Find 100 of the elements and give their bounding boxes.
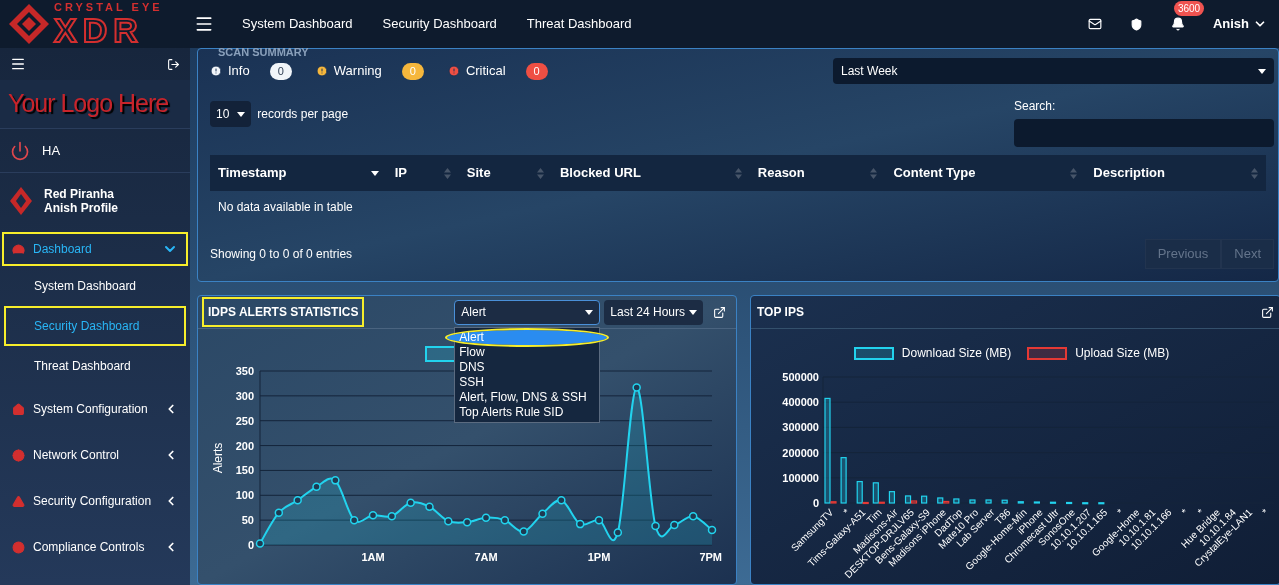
menu-icon[interactable]: [10, 56, 26, 72]
download-bar: [937, 497, 944, 504]
point: [481, 513, 491, 522]
dropdown-option[interactable]: DNS: [455, 359, 600, 375]
page-size-select[interactable]: 10: [210, 101, 252, 127]
external-link-icon[interactable]: [1261, 305, 1274, 319]
axis-tick-label: 200000: [782, 446, 819, 459]
sidebar-item[interactable]: Security Configuration: [2, 478, 188, 524]
caret-icon: [237, 111, 246, 117]
axis-tick-label: 200: [235, 439, 254, 452]
upload-bar: [943, 500, 950, 504]
filter-label[interactable]: Info: [228, 61, 250, 81]
filter-label[interactable]: Warning: [333, 61, 382, 81]
point: [632, 383, 641, 392]
column-header[interactable]: Timestamp: [210, 155, 387, 191]
dropdown-option[interactable]: Alert, Flow, DNS & SSH: [455, 389, 600, 405]
submenu-item[interactable]: System Dashboard: [4, 266, 186, 306]
sidebar-item[interactable]: Dashboard: [2, 232, 188, 266]
axis-tick-label: 400000: [782, 396, 819, 409]
point: [387, 511, 397, 521]
top-nav-link[interactable]: System Dashboard: [242, 14, 353, 34]
column-header[interactable]: Reason: [749, 155, 886, 191]
empty-table-message: No data available in table: [210, 191, 1266, 223]
submenu-item[interactable]: Threat Dashboard: [4, 346, 186, 386]
download-bar: [1066, 501, 1073, 505]
submenu-item[interactable]: Security Dashboard: [4, 306, 186, 346]
download-bar: [1082, 502, 1089, 505]
menu-icon[interactable]: [194, 14, 214, 34]
profile-subtitle: Anish Profile: [44, 200, 118, 215]
mail-icon[interactable]: [1087, 17, 1102, 31]
period-select[interactable]: Last Week: [833, 58, 1274, 84]
type-select[interactable]: Alert: [454, 299, 601, 325]
upload-bar: [862, 501, 869, 505]
brand-name: XDR: [54, 12, 144, 47]
point: [406, 498, 415, 507]
axis-tick-label: 0: [247, 539, 254, 551]
axis-tick-label: 50: [241, 514, 254, 527]
point: [557, 496, 566, 505]
top-nav-link[interactable]: Threat Dashboard: [526, 14, 632, 34]
point: [331, 476, 340, 485]
point: [462, 517, 472, 527]
download-bar: [1033, 501, 1040, 504]
point: [349, 515, 359, 525]
point: [688, 511, 698, 521]
legend-label: Download Size (MB): [901, 345, 1012, 362]
menu-item-icon: [12, 402, 25, 416]
axis-tick-label: 1PM: [587, 551, 611, 563]
sort-icon: [734, 167, 742, 179]
column-header[interactable]: Site: [458, 155, 552, 191]
external-link-icon[interactable]: [713, 305, 726, 319]
sidebar-item[interactable]: System Configuration: [2, 386, 188, 432]
search-field[interactable]: [1014, 119, 1274, 147]
axis-tick-label: 300000: [782, 421, 819, 434]
dropdown-option[interactable]: Top Alerts Rule SID: [455, 404, 600, 420]
profile-name: Red Piranha: [44, 186, 116, 201]
sort-descending-icon: [370, 170, 379, 176]
axis-tick-label: 1AM: [361, 551, 385, 563]
download-bar: [1001, 499, 1008, 504]
sort-icon: [536, 167, 544, 179]
column-header[interactable]: Description: [1085, 155, 1266, 191]
point: [575, 519, 585, 529]
sidebar-item[interactable]: Compliance Controls: [2, 524, 188, 570]
page-size-label: records per page: [257, 106, 349, 123]
menu-item-icon: [12, 448, 25, 462]
filter-label[interactable]: Critical: [465, 61, 506, 81]
axis-tick-label: *: [1259, 506, 1271, 518]
download-bar: [1098, 502, 1105, 505]
column-header[interactable]: Content Type: [885, 155, 1086, 191]
range-select[interactable]: Last 24 Hours: [604, 299, 703, 325]
alert-icon: [447, 65, 460, 77]
download-bar: [1017, 501, 1024, 504]
point: [293, 496, 302, 505]
sort-icon: [1251, 167, 1258, 179]
sort-icon: [870, 167, 878, 179]
count-badge: 0: [401, 62, 424, 80]
download-bar: [1049, 501, 1057, 504]
dropdown-option[interactable]: SSH: [455, 374, 600, 390]
shield-icon[interactable]: [1129, 17, 1143, 31]
point: [670, 520, 679, 530]
dropdown-option[interactable]: Flow: [455, 344, 600, 360]
bell-icon[interactable]: [1170, 17, 1185, 31]
top-nav-link[interactable]: Security Dashboard: [382, 14, 497, 34]
download-bar: [872, 482, 879, 504]
sign-out-icon[interactable]: [167, 57, 180, 71]
ha-label[interactable]: HA: [42, 140, 61, 161]
axis-tick-label: 150: [235, 464, 254, 477]
search-label: Search:: [1014, 98, 1057, 115]
diamond-logo-icon: [10, 186, 32, 215]
column-header[interactable]: Blocked URL: [551, 155, 750, 191]
sidebar-item[interactable]: Network Control: [2, 432, 188, 478]
user-menu[interactable]: Anish: [1212, 14, 1267, 34]
upload-bar: [910, 500, 918, 504]
brand-tagline: CRYSTAL EYE: [54, 1, 163, 13]
download-bar: [840, 457, 847, 504]
download-bar: [953, 498, 960, 504]
column-header[interactable]: IP: [386, 155, 459, 191]
point: [274, 508, 284, 517]
axis-tick-label: 100000: [782, 471, 819, 484]
point: [519, 527, 528, 536]
notification-badge: 3600: [1173, 1, 1205, 16]
